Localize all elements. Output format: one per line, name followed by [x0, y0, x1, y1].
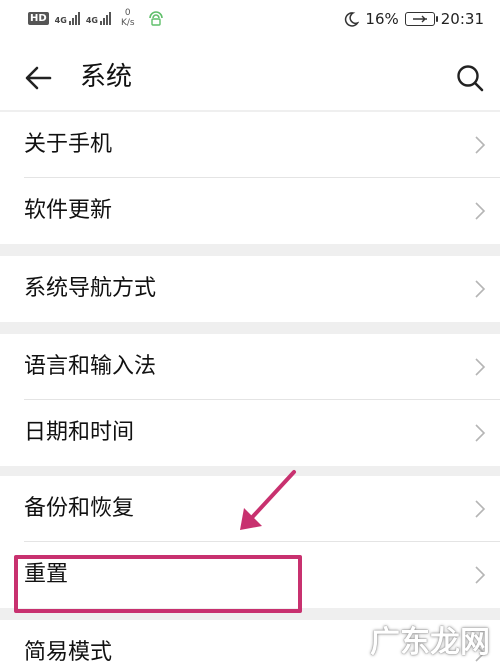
section-gap — [0, 322, 500, 334]
settings-item-backup-restore[interactable]: 备份和恢复 — [0, 476, 500, 542]
settings-item-label: 日期和时间 — [24, 420, 135, 445]
speed-unit: K/s — [120, 18, 135, 28]
battery-percent: 16% — [365, 10, 399, 28]
settings-item-label: 语言和输入法 — [24, 354, 157, 379]
hd-badge: HD — [28, 11, 49, 25]
settings-item-language-input[interactable]: 语言和输入法 — [0, 334, 500, 400]
signal-bars-icon — [68, 11, 80, 25]
moon-icon — [345, 12, 360, 27]
sim2-network-label: 4G — [85, 15, 98, 25]
section-gap — [0, 244, 500, 256]
chevron-right-icon — [475, 500, 486, 518]
settings-group-backup: 备份和恢复 重置 — [0, 476, 500, 608]
speed-value: 0 — [124, 8, 131, 18]
watermark: 广东龙网 — [370, 617, 490, 661]
signal-bars-icon — [99, 11, 111, 25]
search-icon[interactable] — [452, 60, 488, 96]
settings-item-system-navigation[interactable]: 系统导航方式 — [0, 256, 500, 322]
status-bar: HD 4G 4G 0 K/s 16% 20:31 — [0, 0, 500, 44]
sim1-signal: 4G — [54, 11, 80, 25]
settings-group-about: 关于手机 软件更新 — [0, 112, 500, 244]
chevron-right-icon — [475, 280, 486, 298]
app-header: 系统 — [0, 44, 500, 110]
back-arrow-icon[interactable] — [20, 60, 56, 96]
hotspot-icon — [148, 11, 163, 26]
settings-item-about-phone[interactable]: 关于手机 — [0, 112, 500, 178]
settings-item-label: 软件更新 — [24, 198, 113, 223]
watermark-text: 广东龙网 — [370, 625, 490, 660]
chevron-right-icon — [475, 136, 486, 154]
page-title: 系统 — [80, 62, 133, 92]
settings-item-date-time[interactable]: 日期和时间 — [0, 400, 500, 466]
chevron-right-icon — [475, 424, 486, 442]
network-speed: 0 K/s — [121, 8, 135, 28]
settings-item-reset[interactable]: 重置 — [0, 542, 500, 608]
settings-group-language: 语言和输入法 日期和时间 — [0, 334, 500, 466]
chevron-right-icon — [475, 358, 486, 376]
charging-icon — [412, 15, 427, 23]
settings-item-label: 关于手机 — [24, 132, 113, 157]
clock: 20:31 — [440, 10, 484, 28]
settings-item-label: 系统导航方式 — [24, 276, 157, 301]
sim2-signal: 4G — [85, 11, 111, 25]
sim1-network-label: 4G — [54, 15, 67, 25]
battery-icon — [404, 12, 438, 26]
settings-item-label: 备份和恢复 — [24, 496, 135, 521]
chevron-right-icon — [475, 566, 486, 584]
status-right: 16% 20:31 — [343, 10, 484, 28]
settings-item-label: 简易模式 — [24, 640, 113, 665]
settings-group-navigation: 系统导航方式 — [0, 256, 500, 322]
status-left: HD 4G 4G 0 K/s — [28, 8, 165, 28]
settings-item-software-update[interactable]: 软件更新 — [0, 178, 500, 244]
settings-item-label: 重置 — [24, 562, 69, 587]
chevron-right-icon — [475, 202, 486, 220]
